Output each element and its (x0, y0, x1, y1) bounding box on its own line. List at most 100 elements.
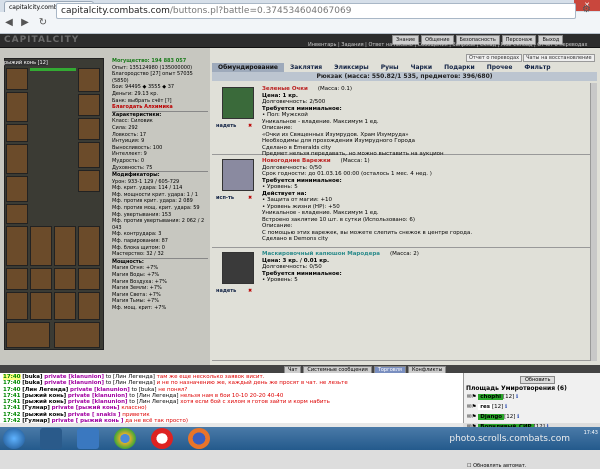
player-nick[interactable]: chophi (478, 394, 503, 400)
stat-line: Мф. крит. удара: 114 / 114 (112, 185, 183, 192)
item-mass: (Масса: 2) (389, 251, 419, 257)
equipment-slot[interactable] (6, 292, 28, 320)
room-title: Площадь Умиротворения (6) (466, 385, 567, 392)
equipment-slot[interactable] (78, 68, 100, 92)
chat-private[interactable]: private [klanunion] (70, 387, 130, 393)
item-details: Зеленые Очки (Масса: 0.1) Цена: 1 кр. Долго… (262, 86, 592, 158)
stat-line: Интуиция: 9 (112, 138, 145, 145)
equipment-slot[interactable] (78, 268, 100, 290)
equipment-slot[interactable] (54, 268, 76, 290)
item-action-link[interactable]: надеть (216, 288, 236, 294)
chrome-icon[interactable] (114, 428, 136, 449)
equipment-slot[interactable] (6, 144, 28, 174)
equipment-slot[interactable] (78, 142, 100, 168)
equipment-slot[interactable] (54, 226, 76, 266)
character-nick[interactable]: рыжий конь [12] (4, 60, 48, 66)
item-name[interactable]: Новогодние Варежки (262, 158, 331, 164)
forward-icon[interactable]: ▶ (18, 16, 32, 30)
chat-recipient: to [Лин Легенда] (103, 380, 157, 387)
remove-icon[interactable]: ✖ (248, 195, 252, 201)
stat-line: Мф. блока щитом: 0 (112, 244, 165, 251)
equipment-slot[interactable] (78, 226, 100, 266)
equipment-slot[interactable] (54, 322, 100, 348)
chat-message: не понял? (158, 386, 188, 393)
chat-private[interactable]: private [ snakis ] (68, 412, 121, 418)
auto-update-checkbox[interactable]: ☐ Обновлять автомат. (467, 463, 526, 469)
reload-icon[interactable]: ↻ (36, 16, 50, 30)
item-name[interactable]: Маскировочный капюшон Мародера (262, 251, 380, 257)
equipment-slot[interactable] (6, 226, 28, 266)
equipment-slot[interactable] (54, 292, 76, 320)
item-action-link[interactable]: исп-ть (216, 195, 234, 201)
firefox-icon[interactable] (188, 428, 210, 449)
equipment-slot[interactable] (6, 268, 28, 290)
chat-private[interactable]: private [рыжий конь] (52, 405, 120, 411)
opera-icon[interactable] (151, 428, 173, 449)
inventory-item: надеть ✖ Маскировочный капюшон Мародера (Ма… (212, 248, 597, 361)
remove-icon[interactable]: ✖ (248, 123, 252, 129)
equipment-slot[interactable] (78, 170, 100, 192)
equipment-slot[interactable] (6, 92, 28, 122)
info-icon[interactable]: ℹ (503, 404, 507, 410)
chat-time[interactable]: 17:40 (3, 380, 21, 387)
player-row[interactable]: ✉⚑ Django [12] ℹ (467, 414, 519, 420)
remove-icon[interactable]: ✖ (248, 288, 252, 294)
chat-time[interactable]: 17:41 (3, 405, 21, 412)
item-mass: (Масса: 0.1) (317, 86, 353, 92)
refresh-button[interactable]: Обновить (520, 376, 556, 384)
inner-tab[interactable]: Чаты на восстановление (523, 54, 595, 62)
wrench-icon[interactable]: ⚙ (582, 4, 596, 18)
stat-line: Мф. мощ. крит: +7% (112, 304, 167, 311)
chat-nick[interactable]: [buka] (22, 380, 42, 386)
hp-bar (30, 68, 76, 71)
address-bar[interactable]: capitalcity.combats.com/buttons.pl?battl… (56, 3, 576, 19)
equipment-slot[interactable] (30, 292, 52, 320)
equipment-slot[interactable] (30, 226, 52, 266)
equipment-slot[interactable] (6, 176, 28, 202)
inventory-item: надеть ✖ Зеленые Очки (Масса: 0.1) Цена: 1 к… (212, 83, 597, 158)
item-name[interactable]: Зеленые Очки (262, 86, 308, 92)
chat-nick[interactable]: [рыжий конь] (22, 412, 66, 418)
stat-line: Выносливость: 100 (112, 144, 163, 151)
equipment-slot[interactable] (30, 268, 52, 290)
info-icon[interactable]: ℹ (515, 414, 519, 420)
start-button[interactable] (3, 428, 25, 449)
stat-line: Мудрость: 0 (112, 157, 145, 164)
ie-icon[interactable] (77, 428, 99, 449)
equipment-slot[interactable] (6, 322, 50, 348)
chat-time[interactable]: 17:40 (3, 386, 21, 393)
player-row[interactable]: ✉⚑ res [12] ℹ (467, 404, 507, 410)
chat-nick[interactable]: [Гулнар] (22, 405, 50, 411)
chat-message: и не по назначению же, каждый день же пр… (156, 380, 348, 387)
equipment-slot[interactable] (78, 292, 100, 320)
inventory-inner-tabs: Отчет о переводах Чаты на восстановление (466, 54, 595, 62)
chat-log: 17:40 [buka] private [klanunion] to [Лин… (0, 373, 463, 423)
player-row[interactable]: ✉⚑ chophi [12] ℹ (467, 394, 518, 400)
item-details: Новогодние Варежки (Масса: 1) Долговечност… (262, 158, 592, 243)
chat-nick[interactable]: [Лин Легенда] (22, 387, 68, 393)
chat-time[interactable]: 17:42 (3, 411, 21, 418)
stat-line: Духовность: 75 (112, 164, 153, 171)
chat-time[interactable]: 17:41 (3, 392, 21, 399)
item-action-link[interactable]: надеть (216, 123, 236, 129)
inventory-scrollbar[interactable] (590, 83, 597, 361)
stat-line: Бои: 94495 ◆ 3555 ◆ 37 (112, 84, 175, 91)
stat-line: Магия Земли: +7% (112, 285, 162, 292)
chat-private[interactable]: private [klanunion] (68, 393, 128, 399)
player-nick[interactable]: Django (478, 414, 505, 420)
game-logo: CAPITALCITY (4, 35, 80, 45)
info-icon[interactable]: ℹ (514, 394, 518, 400)
equipment-slot[interactable] (78, 94, 100, 116)
back-icon[interactable]: ◀ (2, 16, 16, 30)
equipment-slot[interactable] (6, 204, 28, 224)
chat-nick[interactable]: [рыжий конь] (22, 393, 66, 399)
equipment-slot[interactable] (6, 68, 28, 90)
auto-update-label: Обновлять автомат. (473, 463, 527, 469)
media-player-icon[interactable] (40, 428, 62, 449)
item-detail-line: Сделано в Demons city (262, 236, 329, 242)
player-nick[interactable]: res (478, 404, 493, 410)
equipment-slot[interactable] (6, 124, 28, 142)
chat-private[interactable]: private [klanunion] (44, 380, 104, 386)
equipment-slot[interactable] (78, 118, 100, 140)
inner-tab[interactable]: Отчет о переводах (466, 54, 523, 62)
